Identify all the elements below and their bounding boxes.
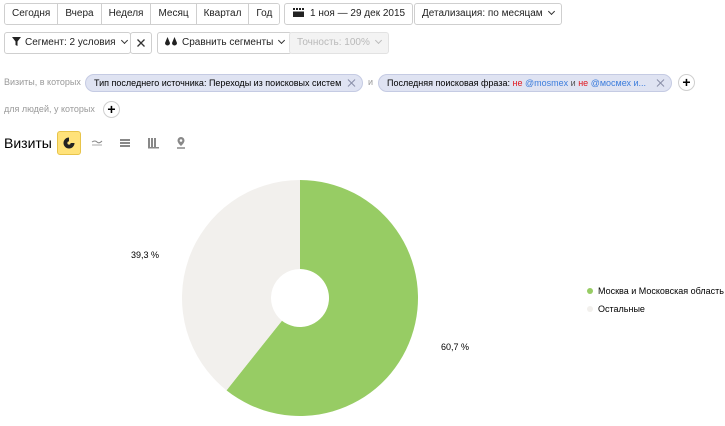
filter-negation: не (578, 78, 589, 88)
accuracy-dropdown[interactable]: Точность: 100% (289, 32, 389, 54)
bar-chart-icon (148, 138, 159, 149)
legend-item-others[interactable]: Остальные (587, 304, 645, 314)
view-line-button[interactable] (85, 131, 109, 155)
area-chart-icon (120, 139, 130, 147)
slice-label-moscow: 60,7 % (441, 342, 470, 352)
period-selector: Сегодня Вчера Неделя Месяц Квартал Год (4, 3, 281, 25)
detail-dropdown[interactable]: Детализация: по месяцам (414, 3, 562, 25)
close-icon[interactable] (348, 79, 356, 87)
compare-icon (165, 37, 177, 46)
chevron-down-icon (547, 7, 555, 16)
and-label: и (368, 77, 374, 87)
chevron-down-icon (120, 36, 128, 45)
view-map-button[interactable] (169, 131, 193, 155)
segment-label: Сегмент: 2 условия (25, 37, 116, 48)
chevron-down-icon (278, 36, 286, 45)
add-visit-filter-button[interactable]: + (678, 74, 695, 91)
close-icon (137, 39, 145, 47)
chevron-down-icon (374, 36, 382, 45)
legend-label-others: Остальные (598, 304, 645, 314)
filter-value: @mosmex (524, 78, 569, 88)
legend-dot-moscow (587, 288, 593, 294)
accuracy-label: Точность: 100% (297, 37, 370, 48)
line-chart-icon (91, 140, 103, 146)
add-people-filter-button[interactable]: + (103, 101, 120, 118)
period-month[interactable]: Месяц (151, 4, 197, 24)
visits-filter-label: Визиты, в которых (4, 77, 81, 87)
slice-label-others: 39,3 % (131, 250, 160, 260)
compare-segments-button[interactable]: Сравнить сегменты (157, 32, 293, 54)
filter-negation: не (512, 78, 523, 88)
map-icon (177, 137, 185, 149)
view-area-button[interactable] (113, 131, 137, 155)
close-icon[interactable] (657, 79, 665, 87)
filter-chip-search-phrase-prefix: Последняя поисковая фраза: (387, 78, 510, 88)
period-yesterday[interactable]: Вчера (58, 4, 102, 24)
view-pie-button[interactable] (57, 131, 81, 155)
compare-label: Сравнить сегменты (182, 37, 274, 48)
date-range-label: 1 ноя — 29 дек 2015 (310, 8, 406, 19)
filter-value: @мосмех и... (590, 78, 647, 88)
detail-label: Детализация: по месяцам (422, 8, 543, 19)
people-filter-label: для людей, у которых (4, 104, 95, 114)
pie-chart (181, 180, 418, 416)
period-week[interactable]: Неделя (101, 4, 152, 24)
period-quarter[interactable]: Квартал (196, 4, 250, 24)
segment-clear-button[interactable] (130, 32, 152, 54)
period-year[interactable]: Год (249, 4, 280, 24)
date-range-button[interactable]: 1 ноя — 29 дек 2015 (284, 3, 414, 25)
filter-chip-source-type[interactable]: Тип последнего источника: Переходы из по… (85, 74, 363, 92)
period-today[interactable]: Сегодня (5, 4, 59, 24)
filter-chip-search-phrase[interactable]: Последняя поисковая фраза: не @mosmex и … (378, 74, 672, 92)
filter-chip-source-type-label: Тип последнего источника: Переходы из по… (94, 78, 342, 88)
section-title: Визиты (4, 135, 52, 151)
legend-dot-others (587, 306, 593, 312)
segment-dropdown[interactable]: Сегмент: 2 условия (4, 32, 131, 54)
legend-item-moscow[interactable]: Москва и Московская область (587, 286, 724, 296)
pie-chart-icon (63, 136, 76, 149)
filter-and: и (570, 78, 576, 88)
view-bar-button[interactable] (141, 131, 165, 155)
filter-icon (12, 37, 21, 46)
legend-label-moscow: Москва и Московская область (598, 286, 724, 296)
calendar-icon (293, 8, 304, 17)
